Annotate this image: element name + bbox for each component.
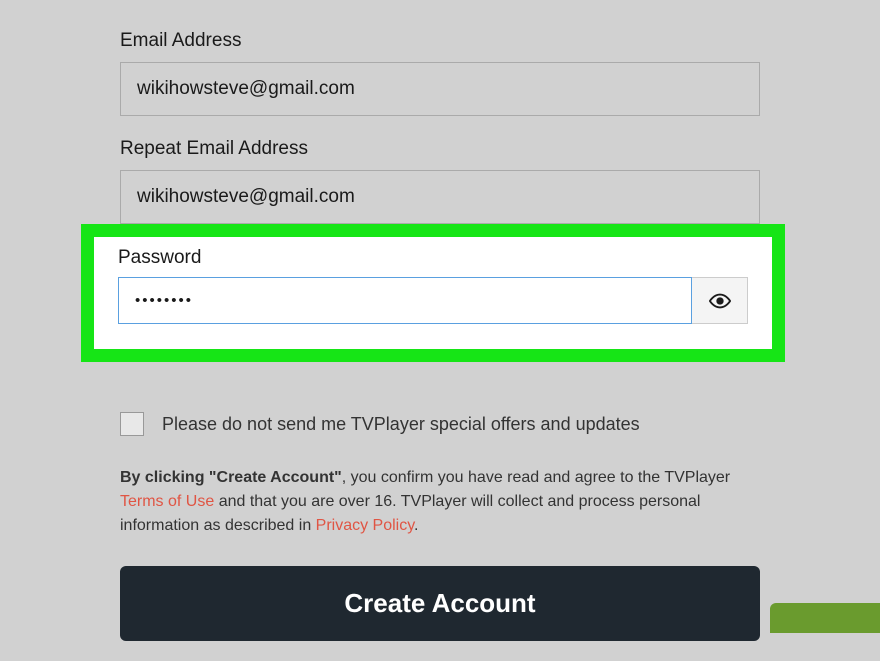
- legal-part1: , you confirm you have read and agree to…: [342, 469, 730, 486]
- opt-out-checkbox[interactable]: [120, 412, 144, 436]
- create-account-button[interactable]: Create Account: [120, 566, 760, 641]
- email-input[interactable]: [120, 62, 760, 116]
- password-row: [118, 277, 748, 324]
- password-input[interactable]: [118, 277, 692, 324]
- privacy-link[interactable]: Privacy Policy: [316, 517, 414, 534]
- repeat-email-input[interactable]: [120, 170, 760, 224]
- repeat-email-field-group: Repeat Email Address: [120, 138, 760, 224]
- opt-out-row: Please do not send me TVPlayer special o…: [120, 412, 760, 436]
- toggle-password-visibility-button[interactable]: [692, 277, 748, 324]
- password-label: Password: [118, 247, 748, 269]
- legal-text: By clicking "Create Account", you confir…: [120, 466, 760, 538]
- legal-prefix: By clicking "Create Account": [120, 469, 342, 486]
- eye-icon: [709, 290, 731, 312]
- watermark-tab: [770, 603, 880, 633]
- email-label: Email Address: [120, 30, 760, 52]
- legal-part3: .: [414, 517, 418, 534]
- opt-out-label: Please do not send me TVPlayer special o…: [162, 414, 640, 435]
- repeat-email-label: Repeat Email Address: [120, 138, 760, 160]
- password-highlight: Password: [81, 224, 785, 362]
- terms-link[interactable]: Terms of Use: [120, 493, 214, 510]
- email-field-group: Email Address: [120, 30, 760, 116]
